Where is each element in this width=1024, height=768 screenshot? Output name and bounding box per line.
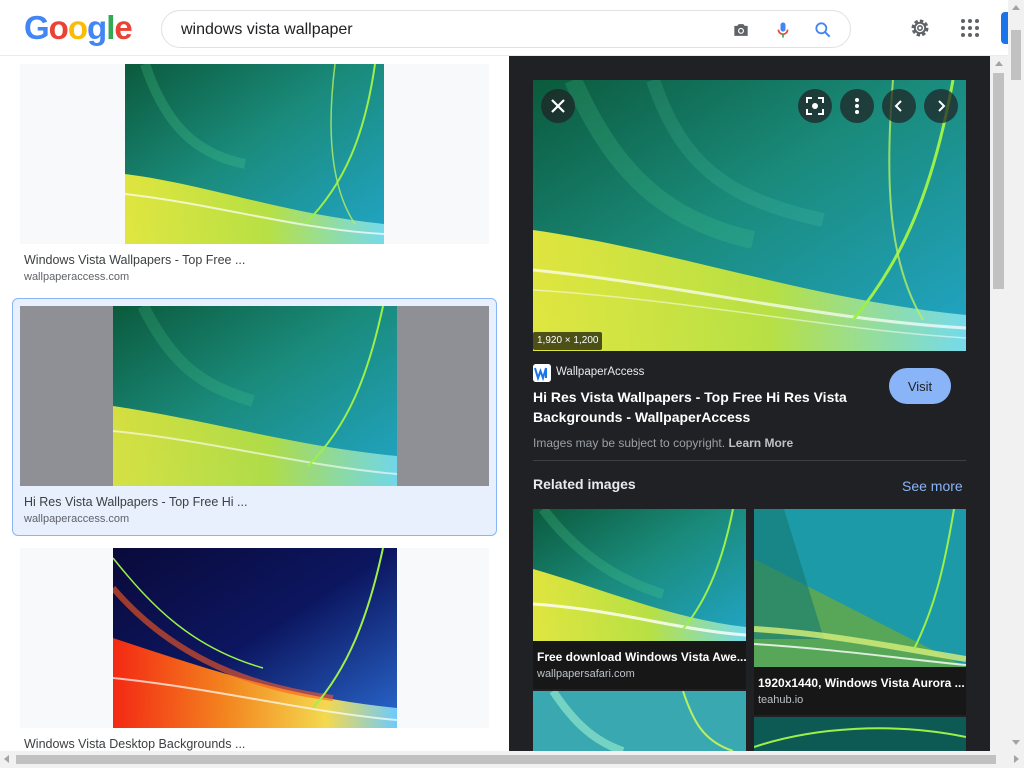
related-image-card[interactable] — [533, 691, 746, 751]
scrollbar-thumb[interactable] — [16, 755, 996, 764]
search-input[interactable] — [181, 19, 701, 41]
related-image-title[interactable]: Free download Windows Vista Awe... — [537, 650, 746, 664]
learn-more-link[interactable]: Learn More — [728, 436, 793, 450]
result-card[interactable]: Windows Vista Wallpapers - Top Free ... … — [12, 56, 497, 296]
top-header: Google — [0, 0, 1024, 56]
scroll-right-arrow[interactable] — [1014, 755, 1019, 763]
copyright-notice: Images may be subject to copyright. Lear… — [533, 436, 793, 450]
more-options-button[interactable] — [840, 89, 874, 123]
apps-grid-icon[interactable] — [958, 16, 982, 40]
logo-letter: o — [67, 9, 88, 46]
scrollbar-thumb[interactable] — [1011, 30, 1021, 80]
previous-image-button[interactable] — [882, 89, 916, 123]
result-thumbnail[interactable] — [20, 306, 489, 486]
vista-wallpaper-image — [125, 64, 384, 244]
wallpaperaccess-logo-icon — [533, 364, 551, 382]
chevron-right-icon — [938, 100, 946, 112]
scrollbar-thumb[interactable] — [993, 73, 1004, 289]
scroll-up-arrow[interactable] — [995, 61, 1003, 66]
page-vertical-scrollbar[interactable] — [1008, 0, 1024, 751]
result-thumbnail[interactable] — [20, 64, 489, 244]
related-images-heading: Related images — [533, 476, 636, 492]
chevron-left-icon — [894, 100, 902, 112]
related-image-site: wallpapersafari.com — [537, 668, 635, 680]
search-icon[interactable] — [813, 20, 833, 40]
more-vert-icon — [855, 98, 859, 114]
vista-fire-wallpaper-image — [113, 548, 397, 728]
close-icon — [551, 99, 565, 113]
related-image-thumbnail[interactable] — [754, 509, 966, 667]
visit-button[interactable]: Visit — [889, 368, 951, 404]
vista-wallpaper-image — [113, 306, 397, 486]
logo-letter: l — [106, 9, 115, 46]
logo-letter: G — [24, 9, 50, 46]
related-image-card[interactable] — [754, 717, 966, 751]
result-thumbnail[interactable] — [20, 548, 489, 728]
preview-title[interactable]: Hi Res Vista Wallpapers - Top Free Hi Re… — [533, 387, 878, 427]
results-vertical-scrollbar[interactable] — [990, 56, 1008, 751]
image-preview-panel: 1,920 × 1,200 WallpaperAccess Visit Hi R… — [509, 56, 990, 751]
lens-search-button[interactable] — [798, 89, 832, 123]
scroll-down-arrow[interactable] — [1012, 740, 1020, 745]
horizontal-scrollbar[interactable] — [0, 751, 1024, 768]
lens-icon — [806, 97, 824, 115]
related-image-thumbnail[interactable] — [754, 717, 966, 751]
result-card[interactable]: Windows Vista Desktop Backgrounds ... — [12, 540, 497, 751]
settings-gear-icon[interactable] — [908, 16, 932, 40]
result-title[interactable]: Windows Vista Wallpapers - Top Free ... — [24, 253, 245, 267]
next-image-button[interactable] — [924, 89, 958, 123]
result-site: wallpaperaccess.com — [24, 271, 130, 283]
logo-letter: o — [48, 9, 69, 46]
scroll-left-arrow[interactable] — [4, 755, 9, 763]
result-site: wallpaperaccess.com — [24, 513, 130, 525]
related-image-card[interactable]: 1920x1440, Windows Vista Aurora ... teah… — [754, 509, 966, 715]
scroll-up-arrow[interactable] — [1012, 5, 1020, 10]
close-button[interactable] — [541, 89, 575, 123]
mic-icon[interactable] — [773, 20, 793, 40]
source-name[interactable]: WallpaperAccess — [556, 366, 644, 378]
result-title[interactable]: Hi Res Vista Wallpapers - Top Free Hi ..… — [24, 495, 247, 509]
camera-icon[interactable] — [731, 20, 751, 40]
search-box — [161, 10, 851, 48]
related-image-thumbnail[interactable] — [533, 509, 746, 641]
related-image-thumbnail[interactable] — [533, 691, 746, 751]
source-favicon — [533, 364, 551, 382]
see-more-link[interactable]: See more — [902, 478, 963, 494]
related-image-title[interactable]: 1920x1440, Windows Vista Aurora ... — [758, 676, 965, 690]
image-dimensions-badge: 1,920 × 1,200 — [533, 332, 603, 350]
divider — [533, 460, 966, 461]
related-image-card[interactable]: Free download Windows Vista Awe... wallp… — [533, 509, 746, 689]
result-card-selected[interactable]: Hi Res Vista Wallpapers - Top Free Hi ..… — [12, 298, 497, 536]
page: Google windows vista wallpaper Windows V… — [0, 0, 1024, 768]
copyright-text: Images may be subject to copyright. — [533, 436, 726, 450]
related-image-site: teahub.io — [758, 694, 804, 706]
logo-letter: g — [87, 9, 107, 46]
google-logo[interactable]: Google — [24, 9, 133, 47]
result-title[interactable]: Windows Vista Desktop Backgrounds ... — [24, 737, 245, 751]
logo-letter: e — [114, 9, 132, 46]
